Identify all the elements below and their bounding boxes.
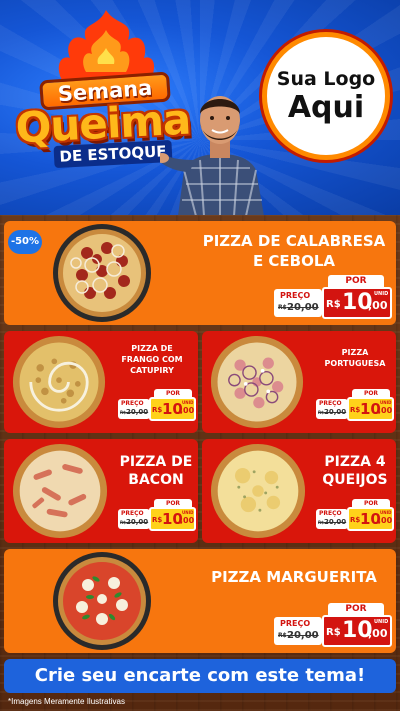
- product-card-calabresa[interactable]: PIZZA DE CALABRESA E CEBOLA POR PREÇO R$…: [4, 221, 396, 325]
- product-name-line2: QUEIJOS: [322, 472, 388, 488]
- old-price-box: PREÇO R$ 20,00: [118, 509, 150, 529]
- old-price: 20,00: [324, 408, 347, 416]
- price-decimal: ,00: [378, 406, 393, 415]
- product-name-line1: PIZZA: [341, 348, 369, 357]
- product-name: PIZZA MARGUERITA: [194, 567, 394, 587]
- product-name: PIZZA DE FRANGO COM CATUPIRY: [110, 343, 194, 376]
- preco-label: PREÇO: [319, 510, 342, 517]
- product-name-line2: PORTUGUESA: [324, 359, 386, 368]
- unit-label: UNID: [182, 510, 194, 515]
- logo-text-line2: Aqui: [287, 90, 365, 125]
- old-price-currency: R$: [120, 520, 126, 525]
- pizza-calabresa-image: [53, 224, 151, 322]
- product-name-line3: CATUPIRY: [130, 366, 174, 375]
- old-price-currency: R$: [278, 304, 287, 311]
- old-price-currency: R$: [318, 520, 324, 525]
- cta-banner[interactable]: Crie seu encarte com este tema!: [4, 659, 396, 693]
- pizza-portuguesa-image: [210, 335, 304, 429]
- product-card-marguerita[interactable]: PIZZA MARGUERITA POR PREÇO R$ 20,00 R$ 1…: [4, 549, 396, 653]
- pizza-bacon-image: [12, 443, 108, 539]
- price-tag: POR PREÇO R$ 20,00 R$ 10 ,00 UNID: [118, 499, 196, 533]
- price-tag: POR PREÇO R$ 20,00 R$ 10 ,00 UNID: [316, 389, 394, 423]
- old-price-box: PREÇO R$ 20,00: [316, 509, 348, 529]
- old-price-box: PREÇO R$ 20,00: [316, 399, 348, 419]
- pizza-4-queijos-image: [210, 443, 306, 539]
- old-price: 20,00: [287, 630, 319, 641]
- discount-badge: -50%: [8, 230, 42, 254]
- old-price-currency: R$: [318, 410, 324, 415]
- old-price: 20,00: [287, 302, 319, 313]
- currency-symbol: R$: [350, 406, 361, 414]
- price-tag: POR PREÇO R$ 20,00 R$ 10 ,00 UNID: [316, 499, 394, 533]
- old-price-currency: R$: [120, 410, 126, 415]
- product-name-line1: PIZZA MARGUERITA: [211, 568, 377, 586]
- old-price-box: PREÇO R$ 20,00: [118, 399, 150, 419]
- old-price-box: PREÇO R$ 20,00: [274, 617, 322, 645]
- por-label: POR: [328, 603, 384, 615]
- price-tag: POR PREÇO R$ 20,00 R$ 10 ,00 UNID: [274, 275, 392, 321]
- pizza-marguerita-image: [53, 552, 151, 650]
- por-label: POR: [328, 275, 384, 287]
- new-price: R$ 10 ,00 UNID: [322, 287, 392, 319]
- product-name: PIZZA 4 QUEIJOS: [314, 453, 396, 489]
- new-price: R$ 10 ,00 UNID: [347, 507, 394, 531]
- product-name-line2: BACON: [128, 472, 184, 488]
- product-name: PIZZA DE BACON: [114, 453, 198, 489]
- old-price-box: PREÇO R$ 20,00: [274, 289, 322, 317]
- price-tag: POR PREÇO R$ 20,00 R$ 10 ,00 UNID: [118, 389, 196, 423]
- product-name-line1: PIZZA DE: [131, 344, 173, 353]
- logo-text-line1: Sua Logo: [276, 68, 376, 90]
- preco-label: PREÇO: [319, 400, 342, 407]
- title-de-estoque: DE ESTOQUE: [53, 139, 173, 169]
- price-decimal: ,00: [180, 406, 195, 415]
- disclaimer-text: *Imagens Meramente Ilustrativas: [8, 697, 125, 706]
- header-banner: Semana Queima DE ESTOQUE Sua Logo Aqui: [0, 0, 400, 215]
- unit-label: UNID: [374, 291, 389, 297]
- price-decimal: ,00: [180, 516, 195, 525]
- price-decimal: ,00: [368, 299, 388, 312]
- price-decimal: ,00: [368, 627, 388, 640]
- currency-symbol: R$: [152, 406, 163, 414]
- preco-label: PREÇO: [280, 619, 311, 628]
- preco-label: PREÇO: [280, 291, 311, 300]
- product-name-line2: E CEBOLA: [252, 252, 336, 270]
- unit-label: UNID: [380, 510, 392, 515]
- product-name-line1: PIZZA 4: [324, 454, 386, 470]
- product-card-4-queijos[interactable]: PIZZA 4 QUEIJOS POR PREÇO R$ 20,00 R$ 10…: [202, 439, 396, 543]
- old-price: 20,00: [126, 408, 149, 416]
- currency-symbol: R$: [350, 516, 361, 524]
- currency-symbol: R$: [152, 516, 163, 524]
- product-card-portuguesa[interactable]: PIZZA PORTUGUESA POR PREÇO R$ 20,00 R$ 1…: [202, 331, 396, 433]
- pizza-frango-image: [12, 335, 106, 429]
- currency-symbol: R$: [326, 299, 341, 310]
- unit-label: UNID: [380, 400, 392, 405]
- old-price-currency: R$: [278, 632, 287, 639]
- product-card-frango-catupiry[interactable]: PIZZA DE FRANGO COM CATUPIRY POR PREÇO R…: [4, 331, 198, 433]
- preco-label: PREÇO: [121, 400, 144, 407]
- unit-label: UNID: [182, 400, 194, 405]
- product-name-line1: PIZZA DE: [119, 454, 193, 470]
- new-price: R$ 10 ,00 UNID: [149, 507, 196, 531]
- new-price: R$ 10 ,00 UNID: [149, 397, 196, 421]
- unit-label: UNID: [374, 619, 389, 625]
- product-name: PIZZA DE CALABRESA E CEBOLA: [194, 231, 394, 271]
- old-price: 20,00: [126, 518, 149, 526]
- preco-label: PREÇO: [121, 510, 144, 517]
- new-price: R$ 10 ,00 UNID: [347, 397, 394, 421]
- product-name-line1: PIZZA DE CALABRESA: [202, 232, 386, 250]
- currency-symbol: R$: [326, 627, 341, 638]
- product-name: PIZZA PORTUGUESA: [318, 347, 392, 369]
- price-decimal: ,00: [378, 516, 393, 525]
- old-price: 20,00: [324, 518, 347, 526]
- product-card-bacon[interactable]: PIZZA DE BACON POR PREÇO R$ 20,00 R$ 10 …: [4, 439, 198, 543]
- product-name-line2: FRANGO COM: [121, 355, 183, 364]
- store-logo-placeholder[interactable]: Sua Logo Aqui: [262, 32, 390, 160]
- price-tag: POR PREÇO R$ 20,00 R$ 10 ,00 UNID: [274, 603, 392, 649]
- new-price: R$ 10 ,00 UNID: [322, 615, 392, 647]
